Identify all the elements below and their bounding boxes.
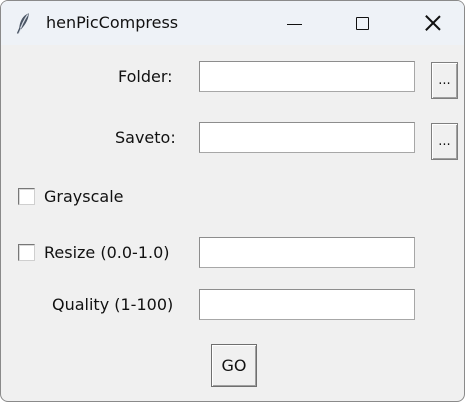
go-button[interactable]: GO (211, 344, 257, 387)
feather-icon (16, 13, 29, 34)
minimize-button[interactable] (271, 1, 317, 45)
quality-label: Quality (1-100) (52, 295, 174, 314)
title-bar[interactable]: henPicCompress (1, 1, 464, 45)
grayscale-label[interactable]: Grayscale (44, 187, 123, 207)
resize-checkbox[interactable] (18, 244, 35, 261)
folder-input[interactable] (199, 61, 415, 92)
resize-input[interactable] (199, 237, 415, 268)
saveto-input[interactable] (199, 122, 415, 153)
maximize-icon (355, 16, 369, 30)
close-button[interactable] (410, 1, 456, 45)
close-icon (425, 15, 441, 31)
resize-label[interactable]: Resize (0.0-1.0) (44, 243, 170, 263)
folder-label: Folder: (118, 67, 173, 86)
folder-browse-button[interactable]: ... (431, 62, 458, 99)
app-window: henPicCompress Folder: ... Saveto: ... G… (0, 0, 465, 402)
maximize-button[interactable] (339, 1, 385, 45)
grayscale-checkbox[interactable] (18, 188, 35, 205)
window-title: henPicCompress (46, 13, 179, 32)
saveto-label: Saveto: (115, 128, 176, 147)
quality-input[interactable] (199, 289, 415, 320)
minimize-icon (286, 23, 302, 25)
saveto-browse-button[interactable]: ... (431, 123, 458, 160)
